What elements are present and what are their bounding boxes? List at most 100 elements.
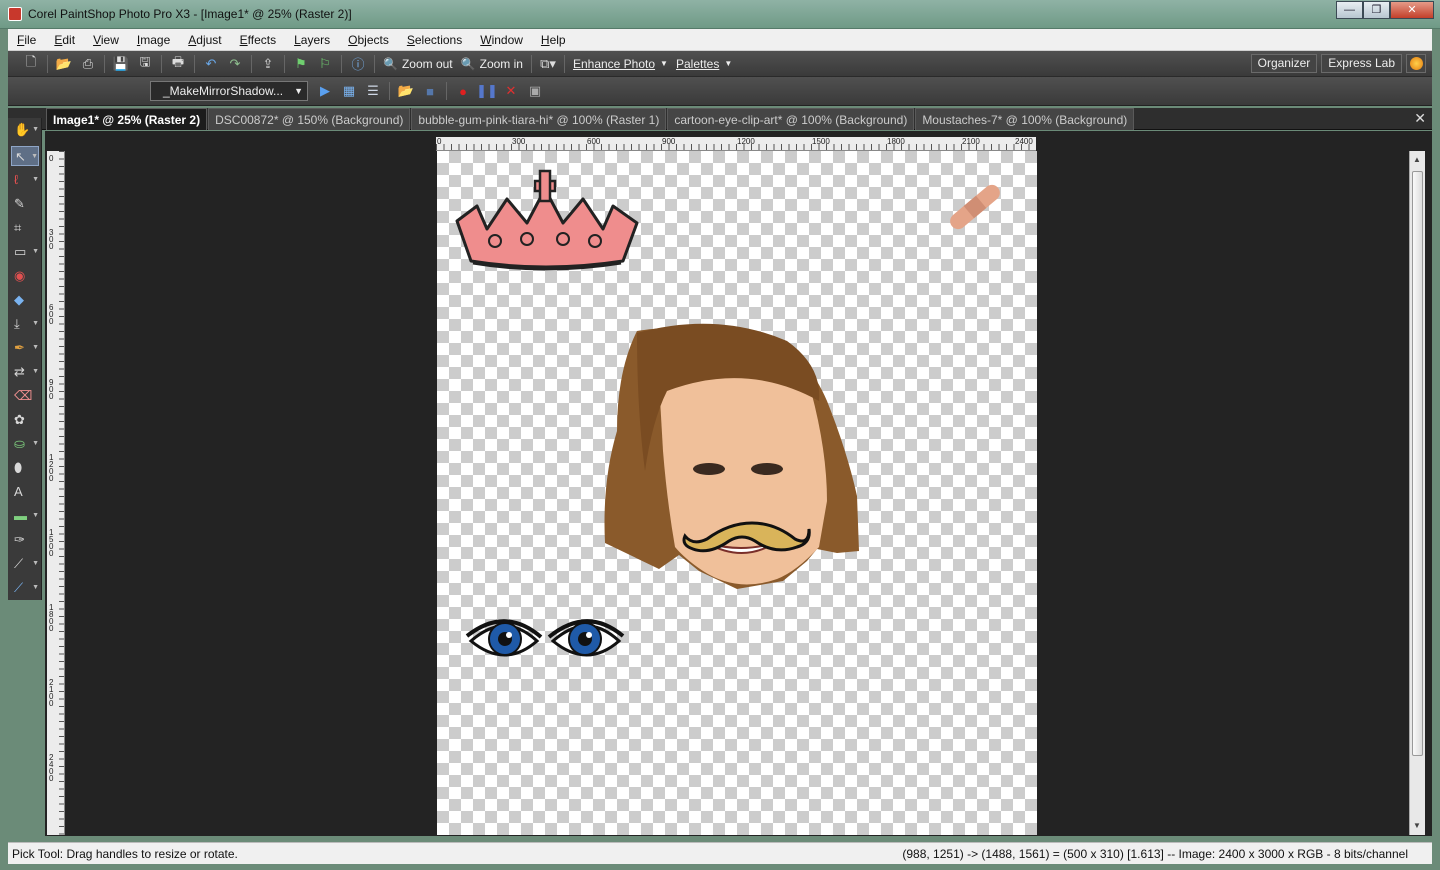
print-icon[interactable]: 🖶 <box>169 54 187 73</box>
separator <box>47 54 48 73</box>
ruler-label: 900 <box>662 137 676 146</box>
text-tool-icon[interactable]: A <box>11 482 39 502</box>
view-dropdown-icon[interactable]: ⧉▾ <box>539 55 557 73</box>
tool-hint: Pick Tool: Drag handles to resize or rot… <box>12 847 238 861</box>
straighten-tool-icon[interactable]: ▭ ▼ <box>11 242 39 262</box>
script-list-icon[interactable]: ☰ <box>364 82 382 100</box>
dropper-tool-icon[interactable]: ✎ <box>11 194 39 214</box>
red-eye-tool-icon[interactable]: ◉ <box>11 266 39 286</box>
warp-brush-icon[interactable]: ⟋ ▼ <box>11 554 39 574</box>
tab-eye-clip-art[interactable]: cartoon-eye-clip-art* @ 100% (Background… <box>667 108 915 130</box>
menu-edit[interactable]: Edit <box>45 33 84 47</box>
tiara-layer[interactable] <box>455 169 639 271</box>
cancel-icon[interactable]: ✕ <box>502 82 520 100</box>
close-button[interactable]: ✕ <box>1390 1 1434 19</box>
script-select[interactable]: _MakeMirrorShadow... ▼ <box>150 81 308 101</box>
flag-green-icon[interactable]: ⚑ <box>292 55 310 73</box>
restore-button[interactable]: ❐ <box>1363 1 1390 19</box>
paint-brush-icon[interactable]: ✒ ▼ <box>11 338 39 358</box>
eyes-layer[interactable] <box>465 619 625 657</box>
tools-palette: ✋ ▼ ↖ ▼ ℓ ▼ ✎ ⌗ ▭ ▼ ◉ ◆ ⤓ ▼ ✒ ▼ ⇄ ▼ ⌫ ✿ ⛀ ▼ ⬮ A … <box>8 118 42 600</box>
window-title: Corel PaintShop Photo Pro X3 - [Image1* … <box>28 7 352 21</box>
ruler-label: 900 <box>49 378 54 401</box>
separator <box>563 54 565 73</box>
flag-green-2-icon[interactable]: ⚐ <box>316 55 334 73</box>
express-lab-button[interactable]: Express Lab <box>1321 54 1402 73</box>
close-tab-icon[interactable]: ✕ <box>1414 110 1426 127</box>
tab-moustaches[interactable]: Moustaches-7* @ 100% (Background) <box>915 108 1135 130</box>
tab-tiara[interactable]: bubble-gum-pink-tiara-hi* @ 100% (Raster… <box>411 108 667 130</box>
airbrush-icon[interactable]: ⟋ ▼ <box>11 578 39 598</box>
run-script-icon[interactable]: ▶ <box>316 82 334 100</box>
minimize-button[interactable]: — <box>1336 1 1363 19</box>
menu-window[interactable]: Window <box>471 33 532 47</box>
flood-fill-icon[interactable]: ⛀ ▼ <box>11 434 39 454</box>
new-file-icon[interactable]: 🗋 <box>22 54 40 73</box>
ruler-label: 600 <box>587 137 601 146</box>
menu-selections[interactable]: Selections <box>398 33 471 47</box>
face-photo-layer[interactable] <box>604 323 860 589</box>
open-script-icon[interactable]: 📂 <box>397 82 415 100</box>
rectangle-tool-icon[interactable]: ▬ ▼ <box>11 506 39 526</box>
chevron-down-icon: ▼ <box>660 59 668 68</box>
open-folder-icon[interactable]: 📂 <box>55 55 73 73</box>
ruler-label: 600 <box>49 303 54 326</box>
pick-tool-icon[interactable]: ↖ ▼ <box>11 146 39 166</box>
makeover-tool-icon[interactable]: ◆ <box>11 290 39 310</box>
bandage-layer[interactable] <box>947 182 1003 233</box>
organizer-button[interactable]: Organizer <box>1250 54 1318 73</box>
eraser-tool-icon[interactable]: ⌫ <box>11 386 39 406</box>
menu-effects[interactable]: Effects <box>231 33 285 47</box>
menu-view[interactable]: View <box>84 33 128 47</box>
menu-adjust[interactable]: Adjust <box>179 33 230 47</box>
ruler-label: 1500 <box>49 528 54 558</box>
info-icon[interactable]: ⓘ <box>349 55 367 73</box>
zoom-in-label: Zoom in <box>479 56 523 71</box>
web-button[interactable] <box>1406 54 1426 73</box>
edit-script-icon[interactable]: ▦ <box>340 82 358 100</box>
separator <box>284 54 285 73</box>
undo-icon[interactable]: ↶ <box>202 55 220 73</box>
menu-help[interactable]: Help <box>532 33 575 47</box>
scroll-up-icon[interactable]: ▲ <box>1413 155 1421 164</box>
picture-tube-icon[interactable]: ✿ <box>11 410 39 430</box>
redo-icon[interactable]: ↷ <box>226 55 244 73</box>
ruler-label: 1800 <box>49 603 54 633</box>
scroll-down-icon[interactable]: ▼ <box>1413 821 1421 830</box>
zoom-out-button[interactable]: 🔍 Zoom out <box>379 57 457 71</box>
menu-file[interactable]: File <box>8 33 45 47</box>
scrollbar-thumb[interactable] <box>1412 171 1423 756</box>
lasso-tool-icon[interactable]: ℓ ▼ <box>11 170 39 190</box>
stop-script-icon[interactable]: ■ <box>421 82 439 100</box>
scan-icon[interactable]: ⎙ <box>79 55 97 73</box>
ruler-label: 2400 <box>1015 137 1033 146</box>
palettes-menu[interactable]: Palettes ▼ <box>672 57 736 71</box>
save-icon[interactable]: 💾 <box>112 55 130 73</box>
color-changer-icon[interactable]: ⬮ <box>11 458 39 478</box>
pan-tool-icon[interactable]: ✋ ▼ <box>11 120 39 140</box>
ruler-label: 300 <box>49 228 54 251</box>
save-as-icon[interactable]: 🖫 <box>136 54 154 73</box>
menu-objects[interactable]: Objects <box>339 33 398 47</box>
separator <box>446 82 447 100</box>
pen-tool-icon[interactable]: ✑ <box>11 530 39 550</box>
separator <box>251 54 252 73</box>
tab-image1[interactable]: Image1* @ 25% (Raster 2) <box>46 108 208 130</box>
menu-bar: File Edit View Image Adjust Effects Laye… <box>8 29 1432 51</box>
menu-layers[interactable]: Layers <box>285 33 339 47</box>
crop-tool-icon[interactable]: ⌗ <box>11 218 39 238</box>
vertical-scrollbar[interactable]: ▲ ▼ <box>1409 151 1425 835</box>
share-icon[interactable]: ⇪ <box>259 55 277 73</box>
zoom-in-button[interactable]: 🔍 Zoom in <box>457 57 527 71</box>
menu-image[interactable]: Image <box>128 33 179 47</box>
mover-tool-icon[interactable]: ⇄ ▼ <box>11 362 39 382</box>
tab-dsc00872[interactable]: DSC00872* @ 150% (Background) <box>208 108 411 130</box>
ruler-label: 1800 <box>887 137 905 146</box>
save-script-icon[interactable]: ▣ <box>526 82 544 100</box>
record-icon[interactable]: ● <box>454 82 472 100</box>
pause-icon[interactable]: ❚❚ <box>476 82 498 100</box>
image-canvas[interactable] <box>437 151 1037 835</box>
clone-tool-icon[interactable]: ⤓ ▼ <box>11 314 39 334</box>
separator <box>389 82 390 100</box>
enhance-photo-menu[interactable]: Enhance Photo ▼ <box>569 57 672 71</box>
